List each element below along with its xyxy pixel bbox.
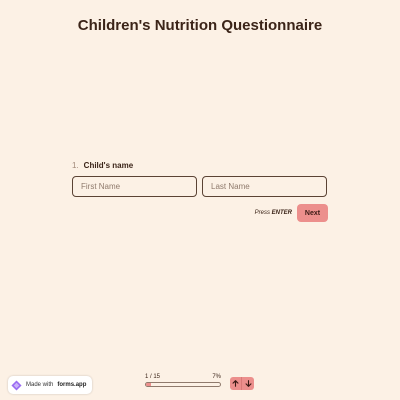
- progress-labels: 1 / 15 7%: [145, 374, 221, 380]
- brand-name: forms.app: [57, 382, 87, 388]
- enter-hint: Press ENTER: [255, 210, 292, 216]
- question-label-row: 1. Child's name: [72, 161, 328, 170]
- next-question-button[interactable]: [242, 377, 254, 390]
- last-name-input[interactable]: [202, 176, 327, 197]
- progress-fill: [146, 383, 152, 386]
- progress-bar: [145, 382, 221, 387]
- question-actions: Press ENTER Next: [72, 204, 328, 222]
- form-title: Children's Nutrition Questionnaire: [77, 17, 323, 34]
- next-button[interactable]: Next: [297, 204, 328, 222]
- enter-hint-key: ENTER: [271, 210, 292, 216]
- name-inputs: [72, 176, 328, 197]
- question-number: 1.: [72, 161, 79, 170]
- enter-hint-prefix: Press: [254, 210, 270, 216]
- arrow-up-icon: [232, 380, 239, 387]
- progress-percent: 7%: [212, 374, 221, 380]
- made-with-badge[interactable]: Made with forms.app: [8, 376, 93, 394]
- progress-section: 1 / 15 7%: [145, 374, 221, 387]
- question-nav: [230, 377, 254, 390]
- question-label: Child's name: [83, 161, 134, 170]
- made-with-text: Made with: [26, 382, 54, 388]
- question-block: 1. Child's name Press ENTER Next: [72, 161, 328, 222]
- forms-app-logo-icon: [11, 379, 22, 391]
- progress-counter: 1 / 15: [145, 374, 161, 380]
- arrow-down-icon: [244, 380, 252, 387]
- first-name-input[interactable]: [72, 176, 197, 197]
- previous-question-button[interactable]: [230, 377, 242, 390]
